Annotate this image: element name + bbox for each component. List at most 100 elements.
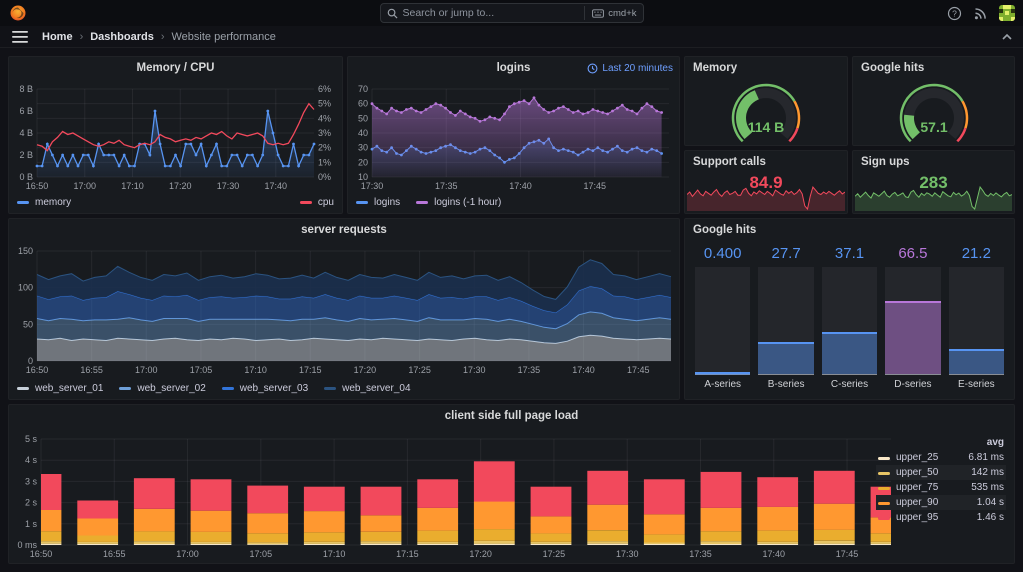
panel-gauge-google-hits: Google hits 57.1 bbox=[852, 56, 1015, 146]
x-tick-label: 16:50 bbox=[30, 549, 53, 559]
search-icon bbox=[387, 8, 398, 19]
panel-title-text: server requests bbox=[301, 224, 387, 236]
x-tick-label: 17:45 bbox=[836, 549, 859, 559]
x-tick-label: 17:40 bbox=[509, 181, 532, 191]
legend-label: upper_75 bbox=[896, 482, 939, 493]
breadcrumb-home[interactable]: Home bbox=[42, 31, 73, 43]
panel-title[interactable]: Support calls bbox=[685, 151, 847, 173]
panel-page-load: client side full page load 16:50 16:55 17:… bbox=[8, 404, 1015, 564]
legend-header-avg[interactable]: avg bbox=[954, 437, 1004, 448]
x-tick-label: 17:40 bbox=[265, 181, 288, 191]
legend-swatch bbox=[17, 200, 29, 204]
legend-item-logins-1-hour-[interactable]: logins (-1 hour) bbox=[416, 197, 501, 208]
panel-title[interactable]: Memory bbox=[685, 57, 847, 79]
support-calls-sparkline[interactable] bbox=[687, 185, 845, 211]
google-hits-bar-gauge[interactable]: 0.400 A-series 27.7 B-series 37.1 C-series 66.… bbox=[695, 245, 1005, 391]
bar-gauge-track bbox=[821, 267, 878, 375]
legend-label: upper_90 bbox=[896, 497, 939, 508]
logins-chart[interactable]: 17:30 17:35 17:40 17:45 10 20 30 40 50 60 70 bbox=[350, 81, 679, 193]
bar-gauge-value: 66.5 bbox=[898, 245, 928, 262]
bar-gauge-value: 21.2 bbox=[961, 245, 991, 262]
user-avatar[interactable] bbox=[999, 5, 1015, 21]
time-range-indicator[interactable]: Last 20 minutes bbox=[587, 57, 673, 79]
legend-swatch bbox=[416, 200, 429, 204]
x-tick-label: 17:35 bbox=[435, 181, 458, 191]
bar-gauge-column-e-series[interactable]: 21.2 E-series bbox=[948, 245, 1005, 391]
y-tick-label: 6% bbox=[318, 84, 331, 94]
panel-title[interactable]: server requests bbox=[9, 219, 679, 241]
panel-memory-cpu: Memory / CPU 16:50 17:00 17:10 17:20 17:30 17… bbox=[8, 56, 343, 214]
menu-icon[interactable] bbox=[12, 30, 28, 43]
panel-title[interactable]: Google hits bbox=[853, 57, 1014, 79]
x-tick-label: 17:25 bbox=[543, 549, 566, 559]
page-load-chart[interactable]: 16:50 16:55 17:00 17:05 17:10 17:15 17:20 17:25… bbox=[11, 429, 895, 561]
bar-gauge-column-d-series[interactable]: 66.5 D-series bbox=[885, 245, 941, 391]
breadcrumb-separator: › bbox=[160, 30, 165, 43]
legend-swatch bbox=[878, 472, 890, 475]
x-tick-label: 16:50 bbox=[26, 365, 49, 375]
panel-sign-ups: Sign ups 283 bbox=[852, 150, 1015, 214]
legend-item-web-server-03[interactable]: web_server_03 bbox=[221, 383, 308, 394]
legend-item-memory[interactable]: memory bbox=[17, 197, 71, 208]
legend-item-web-server-04[interactable]: web_server_04 bbox=[324, 383, 411, 394]
y-tick-label: 30 bbox=[358, 143, 368, 153]
bar-gauge-track bbox=[885, 267, 941, 375]
bar-gauge-value: 27.7 bbox=[771, 245, 801, 262]
legend-item-web-server-02[interactable]: web_server_02 bbox=[119, 383, 206, 394]
bar-gauge-label: C-series bbox=[830, 379, 869, 390]
legend-item-cpu[interactable]: cpu bbox=[299, 197, 334, 208]
search-placeholder: Search or jump to... bbox=[402, 7, 495, 19]
legend-swatch bbox=[17, 386, 29, 390]
server-requests-chart[interactable]: 16:50 16:55 17:00 17:05 17:10 17:15 17:20 17:25… bbox=[11, 243, 679, 377]
panel-title[interactable]: client side full page load bbox=[9, 405, 1014, 427]
chevron-up-icon[interactable] bbox=[1001, 31, 1013, 43]
legend-row-upper_90[interactable]: upper_90 1.04 s bbox=[876, 495, 1006, 510]
breadcrumb-dashboards[interactable]: Dashboards bbox=[90, 31, 154, 43]
bar-gauge-fill-top bbox=[695, 371, 751, 374]
x-tick-label: 17:45 bbox=[583, 181, 606, 191]
y-tick-label: 4% bbox=[318, 113, 331, 123]
x-tick-label: 17:05 bbox=[250, 549, 273, 559]
bar-gauge-fill bbox=[885, 302, 941, 374]
bar-gauge-column-a-series[interactable]: 0.400 A-series bbox=[695, 245, 751, 391]
x-tick-label: 17:15 bbox=[299, 365, 322, 375]
help-icon[interactable]: ? bbox=[947, 6, 962, 21]
bar-gauge-label: B-series bbox=[767, 379, 805, 390]
panel-server-requests: server requests 16:50 16:55 17:00 17:05 17:1… bbox=[8, 218, 680, 400]
sign-ups-sparkline[interactable] bbox=[855, 185, 1012, 211]
search-input[interactable]: Search or jump to... cmd+k bbox=[379, 3, 644, 23]
legend-avg-value: 6.81 ms bbox=[968, 452, 1004, 463]
x-tick-label: 17:00 bbox=[176, 549, 199, 559]
panel-title[interactable]: logins Last 20 minutes bbox=[348, 57, 679, 79]
bar-gauge-column-b-series[interactable]: 27.7 B-series bbox=[758, 245, 814, 391]
panel-title-text: client side full page load bbox=[444, 410, 579, 422]
legend-row-upper_75[interactable]: upper_75 535 ms bbox=[876, 480, 1006, 495]
memory-cpu-chart[interactable]: 16:50 17:00 17:10 17:20 17:30 17:40 0 B 2 B 4 B 6… bbox=[11, 81, 342, 193]
bar-gauge-fill-top bbox=[885, 300, 941, 303]
panel-title[interactable]: Google hits bbox=[685, 219, 1014, 241]
memory-gauge[interactable]: 114 B bbox=[706, 80, 826, 144]
news-rss-icon[interactable] bbox=[973, 6, 988, 21]
y-tick-label: 5 s bbox=[25, 434, 38, 444]
legend-item-logins[interactable]: logins bbox=[356, 197, 400, 208]
legend-row-upper_95[interactable]: upper_95 1.46 s bbox=[876, 510, 1006, 525]
y-tick-label: 6 B bbox=[19, 106, 33, 116]
panel-title[interactable]: Memory / CPU bbox=[9, 57, 342, 79]
bar-gauge-fill bbox=[821, 334, 878, 374]
x-tick-label: 17:35 bbox=[689, 549, 712, 559]
legend-row-upper_25[interactable]: upper_25 6.81 ms bbox=[876, 450, 1006, 465]
y-tick-label: 60 bbox=[358, 99, 368, 109]
chart-legend: memory cpu bbox=[17, 194, 334, 210]
y-tick-label: 1% bbox=[318, 157, 331, 167]
panel-title[interactable]: Sign ups bbox=[853, 151, 1014, 173]
x-tick-label: 17:00 bbox=[135, 365, 158, 375]
y-tick-label: 0 bbox=[28, 356, 33, 366]
legend-row-upper_50[interactable]: upper_50 142 ms bbox=[876, 465, 1006, 480]
bar-gauge-column-c-series[interactable]: 37.1 C-series bbox=[821, 245, 878, 391]
nav-icons: ? bbox=[947, 0, 1015, 26]
google-hits-gauge[interactable]: 57.1 bbox=[874, 80, 994, 144]
grafana-logo-icon[interactable] bbox=[9, 4, 27, 22]
legend-item-web-server-01[interactable]: web_server_01 bbox=[17, 383, 103, 394]
x-tick-label: 17:40 bbox=[762, 549, 785, 559]
gauge-value: 114 B bbox=[748, 119, 785, 135]
